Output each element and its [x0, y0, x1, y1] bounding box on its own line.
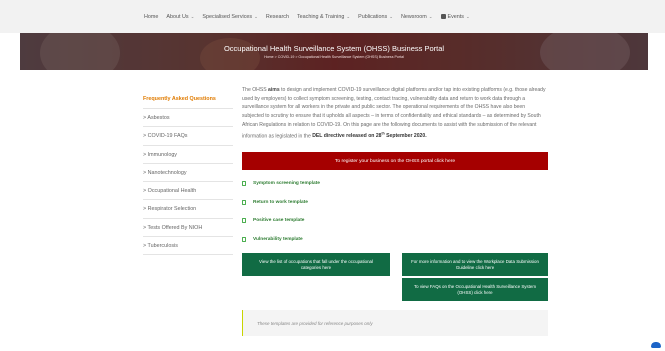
breadcrumb: Home > COVID-19 > Occupational Health Su… [264, 55, 404, 59]
nav-label: Publications [358, 13, 388, 20]
document-icon [242, 218, 246, 223]
nav-events[interactable]: Events ⌄ [440, 13, 470, 20]
sidebar-item-occupational-health[interactable]: > Occupational Health [143, 182, 233, 201]
chevron-down-icon: ⌄ [466, 13, 470, 19]
template-link-positive-case[interactable]: Positive case template [242, 218, 304, 223]
nav-label: About Us [166, 13, 189, 20]
template-label: Positive case template [253, 218, 305, 223]
chat-widget-icon[interactable] [651, 342, 661, 348]
chevron-down-icon: ⌄ [428, 13, 433, 19]
template-link-symptom-screening[interactable]: Symptom screening template [242, 181, 320, 186]
nav-label: Teaching & Training [296, 13, 345, 20]
reference-note: These templates are provided for referen… [242, 310, 548, 336]
chevron-down-icon: ⌄ [254, 13, 258, 19]
intro-text: The OHSS [242, 87, 269, 93]
top-navigation: Home About Us ⌄ Specialised Services ⌄ Res… [0, 0, 665, 33]
sidebar-item-tuberculosis[interactable]: > Tuberculosis [143, 237, 233, 256]
directive-text: September 2020. [384, 133, 427, 140]
template-link-return-to-work[interactable]: Return to work template [242, 200, 308, 205]
sidebar-item-tests-offered[interactable]: > Tests Offered By NIOH [143, 219, 233, 238]
intro-text: to design and implement COVID-19 surveil… [242, 87, 546, 140]
sidebar-item-immunology[interactable]: > Immunology [143, 146, 233, 164]
document-icon [242, 237, 246, 242]
nav-home[interactable]: Home [144, 14, 158, 20]
view-occupations-button[interactable]: View the list of occupations that fall u… [242, 253, 390, 276]
nav-label: Home [144, 13, 159, 20]
workplace-data-guideline-button[interactable]: For more information and to view the Wor… [402, 253, 548, 276]
nav-publications[interactable]: Publications ⌄ [358, 14, 393, 20]
document-icon [242, 200, 246, 205]
nav-specialised-services[interactable]: Specialised Services ⌄ [202, 14, 258, 20]
chevron-down-icon: ⌄ [190, 13, 195, 19]
sidebar-heading: Frequently Asked Questions [143, 96, 233, 109]
intro-paragraph: The OHSS aims to design and implement CO… [242, 86, 548, 141]
intro-emphasis: aims [268, 87, 280, 93]
calendar-icon [440, 14, 446, 19]
main-content: The OHSS aims to design and implement CO… [242, 86, 548, 336]
sidebar-item-nanotechnology[interactable]: > Nanotechnology [143, 164, 233, 183]
ohss-faqs-button[interactable]: To view FAQs on the Occupational Health … [402, 278, 548, 301]
hero-banner: Occupational Health Surveillance System … [20, 33, 648, 70]
nav-label: Specialised Services [202, 13, 253, 20]
chevron-down-icon: ⌄ [346, 13, 351, 19]
directive-text: DEL directive released on 28 [312, 133, 382, 140]
chevron-down-icon: ⌄ [389, 13, 393, 19]
nav-label: Newsroom [400, 13, 427, 20]
document-icon [242, 181, 246, 186]
page-title: Occupational Health Surveillance System … [223, 44, 445, 53]
nav-newsroom[interactable]: Newsroom ⌄ [401, 14, 433, 20]
template-label: Symptom screening template [253, 181, 320, 186]
nav-teaching-training[interactable]: Teaching & Training ⌄ [297, 14, 350, 20]
register-business-button[interactable]: To register your business on the OHSS po… [242, 152, 548, 170]
template-label: Vulnerability template [253, 237, 303, 242]
sidebar-item-covid-19-faqs[interactable]: > COVID-19 FAQs [143, 127, 233, 146]
faq-sidebar: Frequently Asked Questions > Asbestos > … [143, 96, 233, 256]
nav-label: Events [447, 13, 464, 20]
del-directive-link[interactable]: DEL directive released on 28th September… [312, 132, 427, 140]
nav-about-us[interactable]: About Us ⌄ [166, 14, 194, 20]
sidebar-item-respirator-selection[interactable]: > Respirator Selection [143, 200, 233, 219]
template-link-vulnerability[interactable]: Vulnerability template [242, 237, 303, 242]
sidebar-item-asbestos[interactable]: > Asbestos [143, 109, 233, 128]
nav-label: Research [265, 13, 289, 20]
template-label: Return to work template [253, 200, 308, 205]
nav-research[interactable]: Research [266, 14, 289, 20]
